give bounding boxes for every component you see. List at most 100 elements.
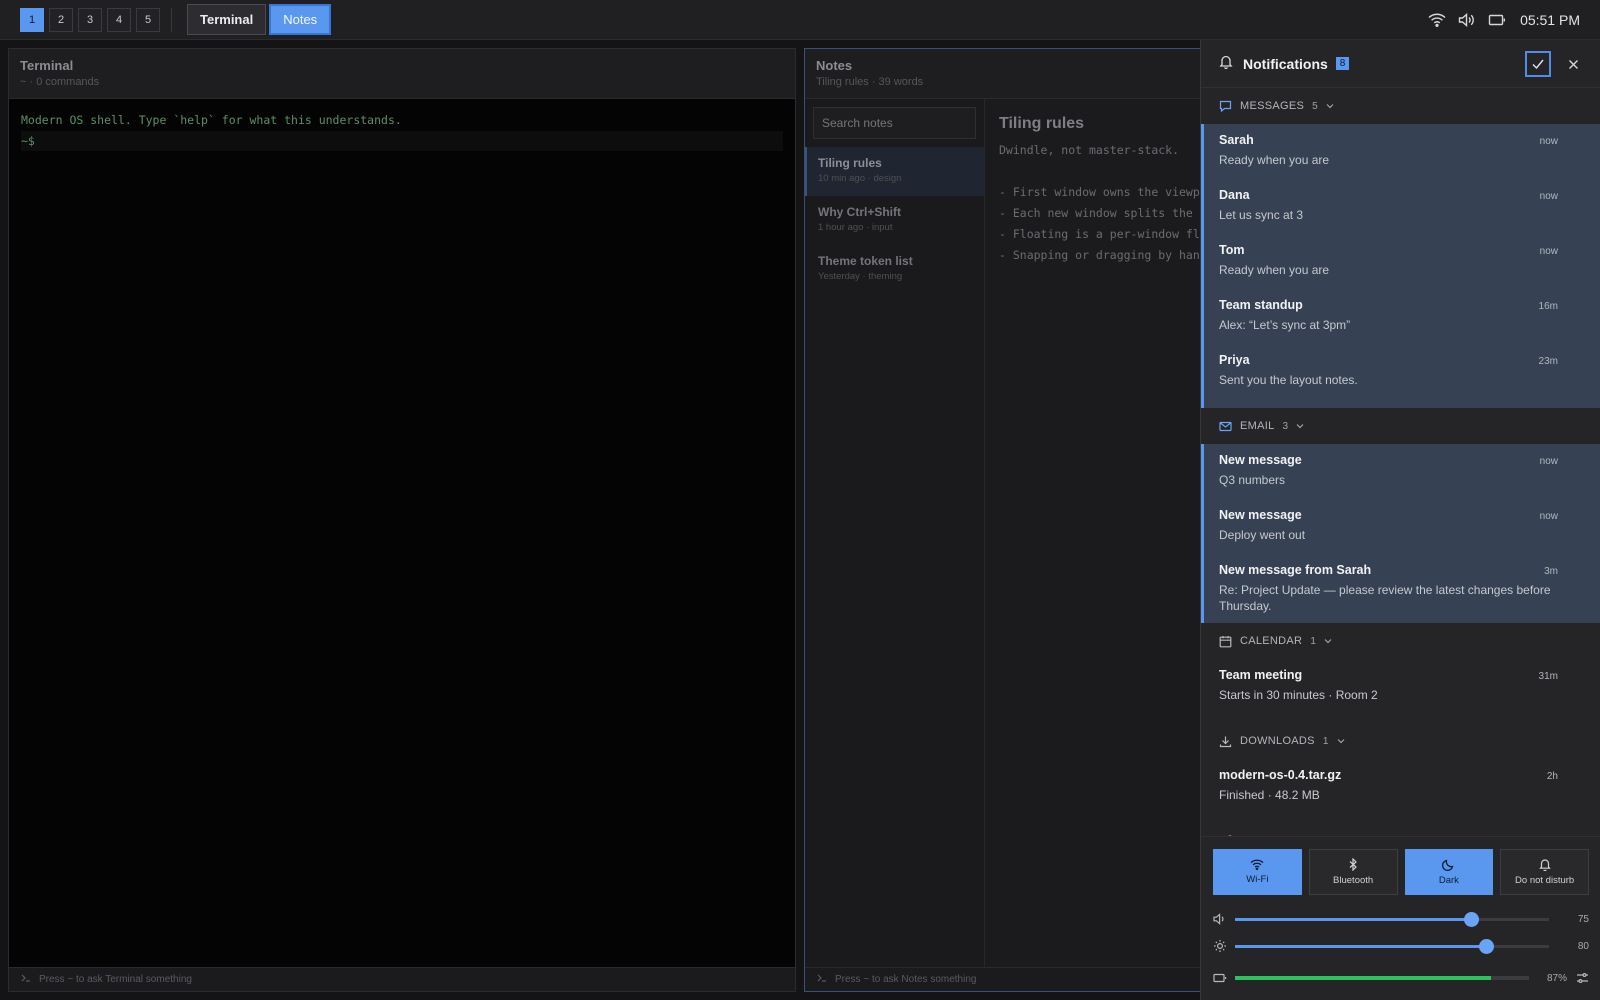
group-count: 1: [1310, 635, 1317, 647]
chevron-down-icon[interactable]: [1296, 423, 1304, 429]
notification-time: now: [1539, 246, 1558, 257]
quick-tile-dark[interactable]: Dark: [1404, 849, 1494, 895]
mail-icon: [1219, 421, 1232, 432]
taskbar-button-notes[interactable]: Notes: [269, 4, 332, 35]
group-count: 3: [1282, 420, 1289, 432]
notification-time: 16m: [1538, 301, 1558, 312]
notification-body: Re: Project Update — please review the l…: [1219, 583, 1551, 613]
notification-group-list: Sarah Ready when you are now Dana Let us syn…: [1201, 124, 1600, 408]
note-item-title: Why Ctrl+Shift: [818, 205, 901, 219]
quick-tile-bluetooth[interactable]: Bluetooth: [1308, 849, 1398, 895]
group-name: DOWNLOADS: [1240, 735, 1315, 747]
panel-header: Notifications 8: [1201, 40, 1600, 88]
check-icon: [1532, 59, 1544, 70]
battery-level-bar: [1235, 976, 1529, 980]
ask-hint: Press ~ to ask Terminal something: [39, 974, 192, 985]
group-header-calendar[interactable]: CALENDAR 1: [1201, 623, 1600, 659]
notification-title: Tom: [1219, 243, 1245, 257]
terminal-input-row[interactable]: ~$: [21, 131, 783, 151]
wifi-icon: [1250, 859, 1264, 870]
notification-item[interactable]: Team standup Alex: “Let’s sync at 3pm” 16m: [1204, 289, 1600, 344]
brightness-icon: [1213, 939, 1227, 953]
taskbar-button-terminal[interactable]: Terminal: [187, 4, 267, 35]
notification-item[interactable]: New message from Sarah Re: Project Update…: [1204, 554, 1600, 614]
notification-time: 3m: [1544, 566, 1558, 577]
ask-hint: Press ~ to ask Notes something: [835, 974, 977, 985]
notification-title: New message: [1219, 453, 1302, 467]
brightness-slider-row: 80: [1213, 936, 1589, 956]
notification-group-list: Team meeting Starts in 30 minutes · Room …: [1201, 659, 1600, 723]
notification-body: Ready when you are: [1219, 153, 1330, 167]
mark-all-read-button[interactable]: [1525, 51, 1551, 77]
quick-tile-do-not-disturb[interactable]: Do not disturb: [1500, 849, 1589, 895]
notification-panel: Notifications 8 MESSAGES 5 Sarah Ready when…: [1200, 40, 1600, 1000]
group-header-email[interactable]: EMAIL 3: [1201, 408, 1600, 444]
notification-item[interactable]: Sarah Ready when you are now: [1204, 124, 1600, 179]
workspace-button-4[interactable]: 4: [107, 7, 131, 32]
quick-tile-wi-fi[interactable]: Wi-Fi: [1213, 849, 1302, 895]
notification-item[interactable]: New message Q3 numbers now: [1204, 444, 1600, 499]
note-list-item[interactable]: Theme token list Yesterday · theming: [805, 245, 984, 294]
moon-icon: [1442, 858, 1455, 871]
notification-groups: MESSAGES 5 Sarah Ready when you are now Dana L…: [1201, 88, 1600, 859]
notification-title: Team standup: [1219, 298, 1303, 312]
notification-body: Ready when you are: [1219, 263, 1330, 277]
workspace-switcher: 12345: [20, 7, 160, 32]
volume-slider-thumb[interactable]: [1463, 911, 1479, 927]
volume-icon[interactable]: [1458, 13, 1476, 27]
notification-item[interactable]: Team meeting Starts in 30 minutes · Room …: [1201, 659, 1600, 714]
notification-item[interactable]: modern-os-0.4.tar.gz Finished · 48.2 MB 2h: [1201, 759, 1600, 814]
brightness-slider-thumb[interactable]: [1479, 938, 1495, 954]
quick-settings: Wi-Fi Bluetooth Dark Do not disturb 75 80: [1201, 836, 1600, 1000]
note-list-item[interactable]: Why Ctrl+Shift 1 hour ago · input: [805, 196, 984, 245]
note-list-item[interactable]: Tiling rules 10 min ago · design: [805, 147, 984, 196]
notification-item[interactable]: Dana Let us sync at 3 now: [1204, 179, 1600, 234]
volume-slider[interactable]: [1235, 911, 1549, 927]
notification-title: Dana: [1219, 188, 1250, 202]
battery-icon[interactable]: [1488, 13, 1506, 27]
workspace-button-2[interactable]: 2: [49, 7, 73, 32]
quick-tile-label: Do not disturb: [1515, 875, 1575, 886]
window-subtitle: ~ · 0 commands: [20, 76, 100, 88]
ask-bar[interactable]: Press ~ to ask Terminal something: [9, 967, 795, 991]
search-notes-input[interactable]: [813, 107, 976, 139]
terminal-output[interactable]: Modern OS shell. Type `help` for what th…: [9, 99, 795, 967]
prompt: ~$: [21, 134, 35, 148]
notification-count-badge: 8: [1335, 57, 1350, 70]
battery-row: 87%: [1213, 968, 1589, 988]
download-icon: [1219, 735, 1232, 748]
group-header-downloads[interactable]: DOWNLOADS 1: [1201, 723, 1600, 759]
notification-title: New message from Sarah: [1219, 563, 1372, 577]
note-item-title: Tiling rules: [818, 156, 882, 170]
group-count: 1: [1322, 735, 1329, 747]
system-tray: 05:51 PM: [1428, 0, 1580, 40]
taskbar: Terminal Notes: [187, 4, 332, 35]
notification-title: Sarah: [1219, 133, 1254, 147]
notification-time: now: [1539, 456, 1558, 467]
close-button[interactable]: [1562, 53, 1584, 75]
brightness-value: 80: [1577, 940, 1589, 952]
chevron-down-icon[interactable]: [1324, 638, 1332, 644]
wifi-icon[interactable]: [1428, 13, 1446, 27]
notes-list: Tiling rules 10 min ago · design Why Ctrl+…: [805, 99, 985, 967]
notification-item[interactable]: Priya Sent you the layout notes. 23m: [1204, 344, 1600, 399]
terminal-window[interactable]: Terminal ~ · 0 commands Modern OS shell.…: [8, 48, 796, 992]
workspace-button-5[interactable]: 5: [136, 7, 160, 32]
group-header-messages[interactable]: MESSAGES 5: [1201, 88, 1600, 124]
brightness-slider[interactable]: [1235, 938, 1549, 954]
bell-icon: [1219, 54, 1233, 74]
clock[interactable]: 05:51 PM: [1520, 12, 1580, 28]
notification-title: modern-os-0.4.tar.gz: [1219, 768, 1342, 782]
notification-item[interactable]: New message Deploy went out now: [1204, 499, 1600, 554]
notification-body: Sent you the layout notes.: [1219, 373, 1358, 387]
workspace-button-3[interactable]: 3: [78, 7, 102, 32]
settings-tune-icon[interactable]: [1576, 972, 1589, 984]
notification-body: Deploy went out: [1219, 528, 1306, 542]
workspace-button-1[interactable]: 1: [20, 7, 44, 32]
notification-body: Finished · 48.2 MB: [1219, 788, 1320, 802]
chevron-down-icon[interactable]: [1326, 103, 1334, 109]
volume-slider-row: 75: [1213, 909, 1589, 929]
window-header: Terminal ~ · 0 commands: [9, 49, 795, 99]
chevron-down-icon[interactable]: [1337, 738, 1345, 744]
notification-item[interactable]: Tom Ready when you are now: [1204, 234, 1600, 289]
